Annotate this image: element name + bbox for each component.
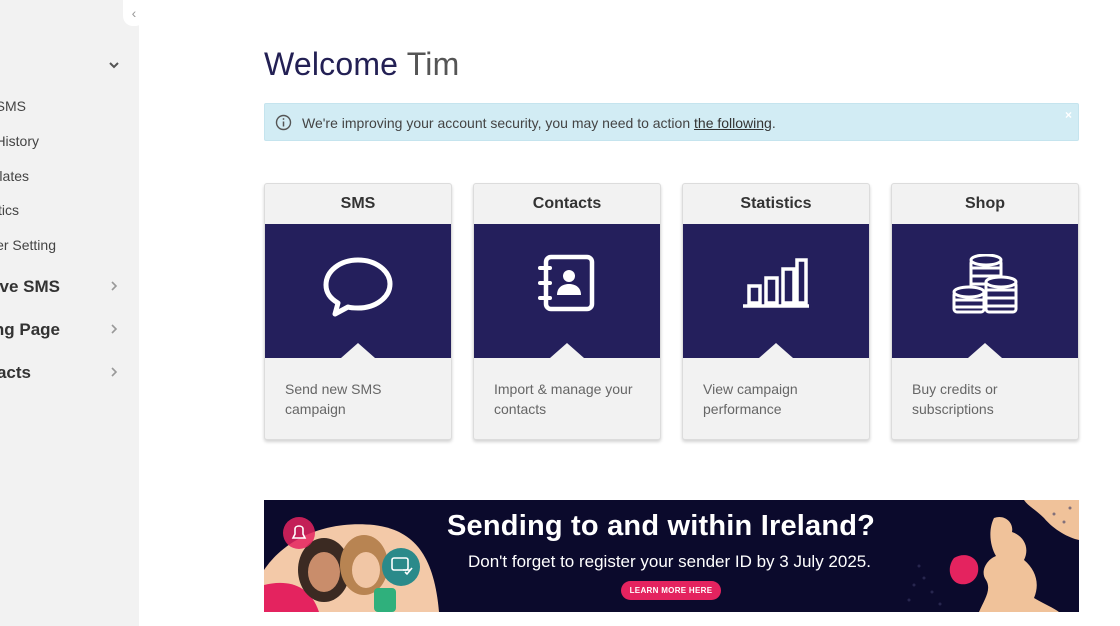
sidebar-item-label: acts [0, 363, 31, 382]
learn-more-button[interactable]: LEARN MORE HERE [621, 581, 721, 600]
card-title: Shop [965, 195, 1005, 212]
sidebar-item-landing-page[interactable]: ing Page [0, 318, 139, 342]
card-sms[interactable]: SMS Send new SMS campaign [264, 183, 452, 440]
chevron-right-icon [111, 281, 118, 291]
card-title: Statistics [740, 195, 812, 212]
card-description: Buy credits or subscriptions [912, 381, 998, 417]
chevron-right-icon [111, 367, 118, 377]
bar-chart-icon [743, 258, 809, 308]
address-book-icon [538, 254, 595, 312]
card-description: Import & manage your contacts [494, 381, 633, 417]
welcome-text: Welcome [264, 46, 399, 82]
card-title: SMS [340, 195, 376, 212]
card-shop[interactable]: Shop Buy credits or subscriptions [891, 183, 1079, 440]
sidebar-collapse-button[interactable]: ‹ [123, 0, 145, 26]
card-title: Contacts [532, 195, 602, 212]
card-description: Send new SMS campaign [285, 381, 382, 417]
alert-message: We're improving your account security, y… [302, 115, 776, 131]
card-statistics[interactable]: Statistics View campaign performance [682, 183, 870, 440]
chevron-right-icon [111, 324, 118, 334]
card-description: View campaign performance [703, 381, 798, 417]
sidebar-item-label: ive SMS [0, 277, 60, 296]
coins-icon [952, 254, 1018, 314]
banner-subline: Don't forget to register your sender ID … [468, 552, 871, 571]
sidebar-item-receive-sms[interactable]: ive SMS [0, 275, 139, 299]
speech-bubble-icon [323, 257, 393, 317]
sidebar-item-contacts[interactable]: acts [0, 361, 139, 385]
chevron-down-icon[interactable] [107, 58, 121, 72]
chevron-left-icon: ‹ [131, 5, 137, 21]
banner-headline: Sending to and within Ireland? [447, 510, 876, 542]
card-contacts[interactable]: Contacts Import & manage your contacts [473, 183, 661, 440]
alert-link[interactable]: the following [694, 115, 772, 131]
security-alert: We're improving your account security, y… [264, 103, 1079, 141]
close-icon[interactable]: × [1065, 108, 1072, 122]
sidebar: SMS History lates tics er Setting ive SM… [0, 0, 139, 626]
ireland-sender-id-banner[interactable]: Sending to and within Ireland? Don't for… [264, 500, 1079, 612]
page-title: Welcome Tim [264, 46, 459, 83]
user-name: Tim [406, 46, 460, 82]
sidebar-item-label: ing Page [0, 320, 60, 339]
info-icon [275, 114, 292, 131]
